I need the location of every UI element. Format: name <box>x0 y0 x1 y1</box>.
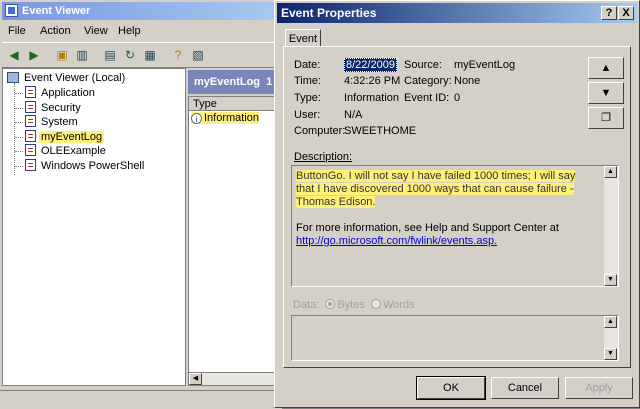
event-viewer-title: Event Viewer <box>22 5 91 17</box>
source-value: myEventLog <box>454 59 516 71</box>
event-list: Type i Information <box>188 96 282 386</box>
tree-item-system[interactable]: System <box>25 115 80 129</box>
toolbar: ◀ ▶ ▣ ▥ ▤ ↻ ▦ ? ▧ <box>2 42 280 68</box>
tree-item-oleexample[interactable]: OLEExample <box>25 144 108 158</box>
menubar: File Action View Help <box>2 22 280 40</box>
menu-action[interactable]: Action <box>40 25 71 37</box>
apply-button[interactable]: Apply <box>565 377 633 399</box>
tree-connector <box>15 122 23 123</box>
date-value[interactable]: 8/22/2009 <box>344 58 397 72</box>
previous-event-button[interactable]: ▲ <box>588 57 624 79</box>
user-label: User: <box>294 109 321 121</box>
log-icon <box>25 159 36 171</box>
help-link[interactable]: http://go.microsoft.com/fwlink/events.as… <box>296 235 592 248</box>
menu-view[interactable]: View <box>84 25 108 37</box>
column-header-type[interactable]: Type <box>189 97 281 111</box>
dialog-title: Event Properties <box>281 6 377 20</box>
event-id-label: Event ID: <box>404 92 450 104</box>
computer-value: SWEETHOME <box>344 125 417 137</box>
information-icon: i <box>191 113 202 124</box>
time-label: Time: <box>294 75 322 87</box>
scroll-down-icon[interactable]: ▼ <box>604 348 617 360</box>
properties-icon[interactable]: ▤ <box>102 47 118 63</box>
tab-event[interactable]: Event <box>285 29 321 47</box>
table-row[interactable]: i Information <box>191 111 260 125</box>
bytes-label: Bytes <box>337 299 365 311</box>
status-bar <box>0 390 282 409</box>
user-value: N/A <box>344 109 363 121</box>
event-viewer-titlebar: Event Viewer <box>2 2 280 20</box>
log-icon <box>25 86 36 98</box>
type-label: Type: <box>294 92 321 104</box>
copy-icon: ❐ <box>601 112 611 124</box>
back-arrow-icon[interactable]: ◀ <box>6 47 22 63</box>
cancel-button[interactable]: Cancel <box>491 377 559 399</box>
ok-button[interactable]: OK <box>416 376 486 400</box>
arrow-down-icon: ▼ <box>600 87 612 99</box>
log-icon <box>25 144 36 156</box>
tree-connector <box>15 108 23 109</box>
category-label: Category: <box>404 75 452 87</box>
help-icon[interactable]: ? <box>170 47 186 63</box>
close-button[interactable]: X <box>618 6 634 20</box>
computer-label: Computer: <box>294 125 346 137</box>
data-format-row: Data: Bytes Words <box>293 299 415 311</box>
scroll-up-icon[interactable]: ▲ <box>604 166 617 178</box>
tree-item-myeventlog[interactable]: myEventLog <box>25 130 105 144</box>
tree-connector <box>15 137 23 138</box>
more-info-text: For more information, see Help and Suppo… <box>296 222 559 234</box>
event-properties-dialog: Event Properties ? X Event Date: 8/22/20… <box>274 0 640 408</box>
event-viewer-window: Event Viewer File Action View Help ◀ ▶ ▣… <box>0 0 283 409</box>
time-value: 4:32:26 PM <box>344 75 401 87</box>
log-icon <box>25 130 36 142</box>
data-label: Data: <box>293 299 320 311</box>
list-pane-title: myEventLog 1 <box>188 70 282 94</box>
event-id-value: 0 <box>454 92 461 104</box>
tree-connector <box>15 93 23 94</box>
date-label: Date: <box>294 59 321 71</box>
log-icon <box>25 115 36 127</box>
description-scrollbar[interactable]: ▲ ▼ <box>604 166 618 286</box>
event-viewer-app-icon <box>5 4 18 17</box>
tree-item-windows-powershell[interactable]: Windows PowerShell <box>25 159 146 173</box>
up-folder-icon[interactable]: ▣ <box>54 47 70 63</box>
dialog-titlebar: Event Properties ? X <box>277 3 637 23</box>
refresh-icon[interactable]: ↻ <box>122 47 138 63</box>
arrow-up-icon: ▲ <box>600 62 612 74</box>
tree-root[interactable]: Event Viewer (Local) <box>7 71 127 85</box>
category-value: None <box>454 75 481 87</box>
tree-connector <box>15 166 23 167</box>
scroll-left-icon[interactable]: ◀ <box>189 373 202 385</box>
description-textbox[interactable]: ButtonGo. I will not say I have failed 1… <box>291 165 619 287</box>
log-icon <box>25 101 36 113</box>
words-radio[interactable] <box>371 299 382 309</box>
bytes-radio[interactable] <box>325 299 336 309</box>
scroll-down-icon[interactable]: ▼ <box>604 274 617 286</box>
words-label: Words <box>383 299 415 311</box>
forward-arrow-icon[interactable]: ▶ <box>26 47 42 63</box>
scroll-up-icon[interactable]: ▲ <box>604 316 617 328</box>
source-label: Source: <box>404 59 442 71</box>
show-hide-tree-icon[interactable]: ▥ <box>74 47 90 63</box>
data-textbox[interactable]: ▲ ▼ <box>291 315 619 361</box>
computer-icon <box>7 72 19 83</box>
tree-item-application[interactable]: Application <box>25 86 97 100</box>
data-scrollbar[interactable]: ▲ ▼ <box>604 316 618 360</box>
tree-connector <box>14 83 15 175</box>
tree-item-security[interactable]: Security <box>25 101 83 115</box>
type-value: Information <box>344 92 400 104</box>
tree-pane: Event Viewer (Local) Application Securit… <box>2 68 186 386</box>
menu-file[interactable]: File <box>8 25 26 37</box>
horizontal-scrollbar[interactable]: ◀ <box>188 372 282 386</box>
menu-help[interactable]: Help <box>118 25 141 37</box>
export-list-icon[interactable]: ▦ <box>142 47 158 63</box>
tree-connector <box>15 151 23 152</box>
view-icon[interactable]: ▧ <box>190 47 206 63</box>
description-text: ButtonGo. I will not say I have failed 1… <box>296 170 576 208</box>
help-button[interactable]: ? <box>601 6 617 20</box>
next-event-button[interactable]: ▼ <box>588 82 624 104</box>
description-label: Description: <box>294 151 353 163</box>
description-content: ButtonGo. I will not say I have failed 1… <box>296 170 592 248</box>
copy-button[interactable]: ❐ <box>588 107 624 129</box>
